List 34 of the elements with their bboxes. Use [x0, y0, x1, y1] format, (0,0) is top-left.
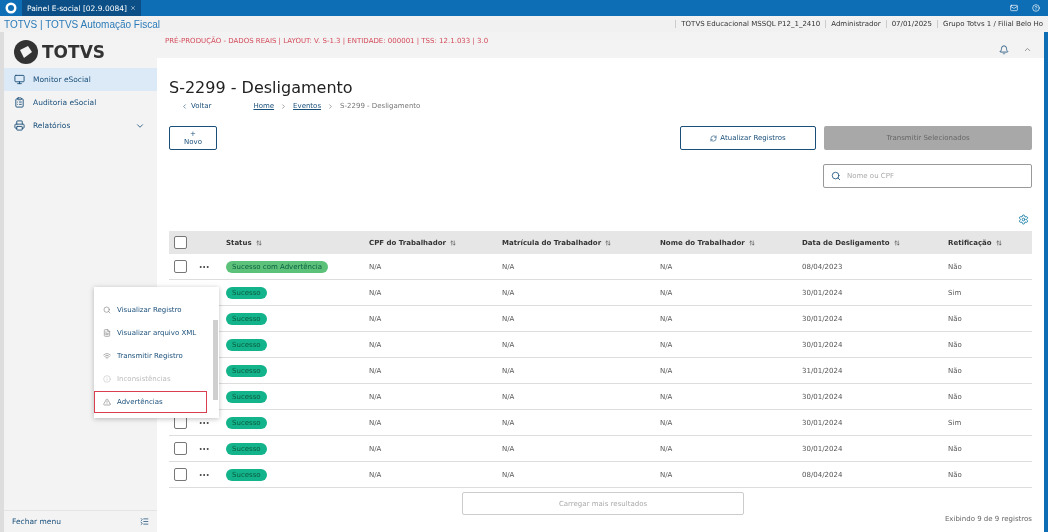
select-all-checkbox[interactable]: [174, 236, 187, 249]
settings-icon[interactable]: [1018, 214, 1029, 225]
close-icon: [129, 5, 136, 11]
sort-icon[interactable]: [748, 239, 755, 246]
clipboard-icon: [14, 97, 25, 108]
window-title: TOTVS | TOTVS Automação Fiscal: [3, 18, 160, 30]
mail-icon[interactable]: [1010, 4, 1018, 12]
help-icon[interactable]: [1032, 4, 1040, 12]
signal-icon: [103, 352, 111, 360]
chevron-right-icon: [327, 102, 335, 110]
sort-icon[interactable]: [255, 239, 262, 246]
refresh-icon: [710, 134, 718, 142]
warning-icon: [103, 398, 111, 406]
notification-bell-icon[interactable]: [999, 45, 1009, 55]
search-icon: [103, 306, 111, 314]
file-icon: [103, 329, 111, 337]
printer-icon: [14, 120, 25, 131]
page-title: S-2299 - Desligamento: [169, 78, 354, 97]
info-icon: [103, 375, 111, 383]
sort-icon[interactable]: [605, 239, 612, 246]
logo-text: TOTVS: [42, 42, 106, 62]
collapse-icon: [140, 517, 149, 526]
chevron-left-icon: [181, 102, 188, 110]
row-checkbox[interactable]: [174, 260, 187, 273]
row-checkbox[interactable]: [174, 468, 187, 481]
sort-icon[interactable]: [893, 239, 900, 246]
chevron-right-icon: [280, 102, 288, 110]
totvs-logo-icon: [14, 40, 38, 64]
search-icon: [831, 171, 841, 181]
sort-icon[interactable]: [450, 239, 457, 246]
chevron-up-icon[interactable]: [1023, 45, 1032, 54]
row-checkbox[interactable]: [174, 442, 187, 455]
monitor-icon: [14, 74, 25, 85]
sort-icon[interactable]: [995, 239, 1002, 246]
